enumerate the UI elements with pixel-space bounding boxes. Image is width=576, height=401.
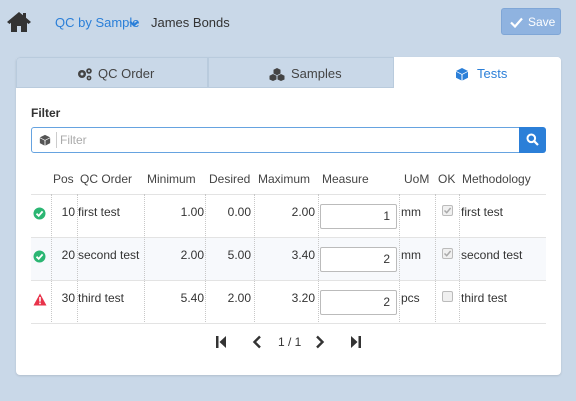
cell-pos: 20: [61, 248, 75, 262]
check-circle-icon: [33, 207, 46, 223]
warning-icon: [33, 293, 47, 309]
main-panel: QC Order Samples Tests Filter Filter Pos…: [16, 57, 561, 375]
column-divider: [205, 194, 206, 324]
top-bar: QC by Sample James Bonds Save: [0, 0, 576, 44]
cell-uom: mm: [401, 248, 421, 262]
column-divider: [459, 194, 460, 324]
cell-uom: pcs: [401, 291, 420, 305]
tab-samples[interactable]: Samples: [208, 57, 394, 88]
measure-input[interactable]: 1: [320, 204, 397, 229]
column-header-pos[interactable]: Pos: [53, 164, 74, 194]
cell-desired: 5.00: [227, 248, 251, 262]
pager: 1 / 1: [16, 332, 561, 352]
cell-uom: mm: [401, 205, 421, 219]
cell-minimum: 5.40: [180, 291, 204, 305]
cell-desired: 0.00: [227, 205, 251, 219]
tab-qc-order[interactable]: QC Order: [16, 57, 208, 88]
cell-pos: 10: [61, 205, 75, 219]
column-header-ok[interactable]: OK: [438, 164, 455, 194]
save-button[interactable]: Save: [501, 8, 561, 35]
next-page-icon[interactable]: [315, 335, 325, 352]
ok-checkbox[interactable]: [442, 248, 453, 259]
column-divider: [254, 194, 255, 324]
tab-bar: QC Order Samples Tests: [16, 57, 561, 88]
measure-input[interactable]: 2: [320, 247, 397, 272]
first-page-icon[interactable]: [215, 335, 227, 352]
search-icon: [526, 133, 539, 146]
column-header-qc-order[interactable]: QC Order: [80, 164, 132, 194]
nav-title[interactable]: QC by Sample: [55, 15, 140, 30]
ok-checkbox[interactable]: [442, 205, 453, 216]
cell-minimum: 2.00: [180, 248, 204, 262]
cube-icon: [455, 67, 469, 84]
column-divider: [144, 194, 145, 324]
column-divider: [77, 194, 78, 324]
filter-label: Filter: [31, 106, 61, 120]
grid-bottom-border: [31, 323, 546, 324]
tab-label: QC Order: [98, 66, 155, 81]
filter-field: [31, 127, 520, 153]
search-button[interactable]: [519, 127, 546, 153]
last-page-icon[interactable]: [350, 335, 362, 352]
save-button-label: Save: [528, 15, 556, 29]
cubes-icon: [269, 67, 285, 84]
column-header-desired[interactable]: Desired: [209, 164, 250, 194]
check-icon: [510, 17, 523, 28]
divider: [56, 132, 57, 148]
tab-label: Tests: [477, 66, 508, 81]
column-header-methodology[interactable]: Methodology: [462, 164, 531, 194]
cube-icon: [39, 134, 51, 149]
cell-pos: 30: [61, 291, 75, 305]
chevron-down-icon[interactable]: [129, 17, 139, 27]
cell-qc-order: third test: [78, 291, 125, 305]
tab-tests[interactable]: Tests: [394, 57, 561, 88]
user-name: James Bonds: [151, 15, 230, 30]
gears-icon: [77, 67, 93, 84]
table-row[interactable]: 20 second test 2.00 5.00 3.40 2 mm secon…: [31, 237, 546, 280]
cell-maximum: 3.20: [291, 291, 315, 305]
cell-methodology: first test: [461, 205, 504, 219]
ok-checkbox[interactable]: [442, 291, 453, 302]
home-icon[interactable]: [6, 10, 32, 34]
measure-input[interactable]: 2: [320, 290, 397, 315]
cell-maximum: 3.40: [291, 248, 315, 262]
cell-qc-order: second test: [78, 248, 140, 262]
cell-methodology: third test: [461, 291, 508, 305]
column-divider: [435, 194, 436, 324]
column-divider: [51, 194, 52, 324]
page-indicator: 1 / 1: [278, 335, 302, 349]
table-row[interactable]: 30 third test 5.40 2.00 3.20 2 pcs third…: [31, 280, 546, 323]
cell-methodology: second test: [461, 248, 523, 262]
cell-maximum: 2.00: [291, 205, 315, 219]
cell-desired: 2.00: [227, 291, 251, 305]
previous-page-icon[interactable]: [252, 335, 262, 352]
column-header-minimum[interactable]: Minimum: [147, 164, 196, 194]
column-header-maximum[interactable]: Maximum: [258, 164, 310, 194]
check-circle-icon: [33, 250, 46, 266]
column-divider: [318, 194, 319, 324]
column-divider: [399, 194, 400, 324]
filter-input[interactable]: [60, 131, 510, 149]
column-header-uom[interactable]: UoM: [404, 164, 429, 194]
cell-qc-order: first test: [78, 205, 121, 219]
tab-label: Samples: [291, 66, 342, 81]
column-header-measure[interactable]: Measure: [322, 164, 369, 194]
table-row[interactable]: 10 first test 1.00 0.00 2.00 1 mm first …: [31, 194, 546, 237]
cell-minimum: 1.00: [180, 205, 204, 219]
